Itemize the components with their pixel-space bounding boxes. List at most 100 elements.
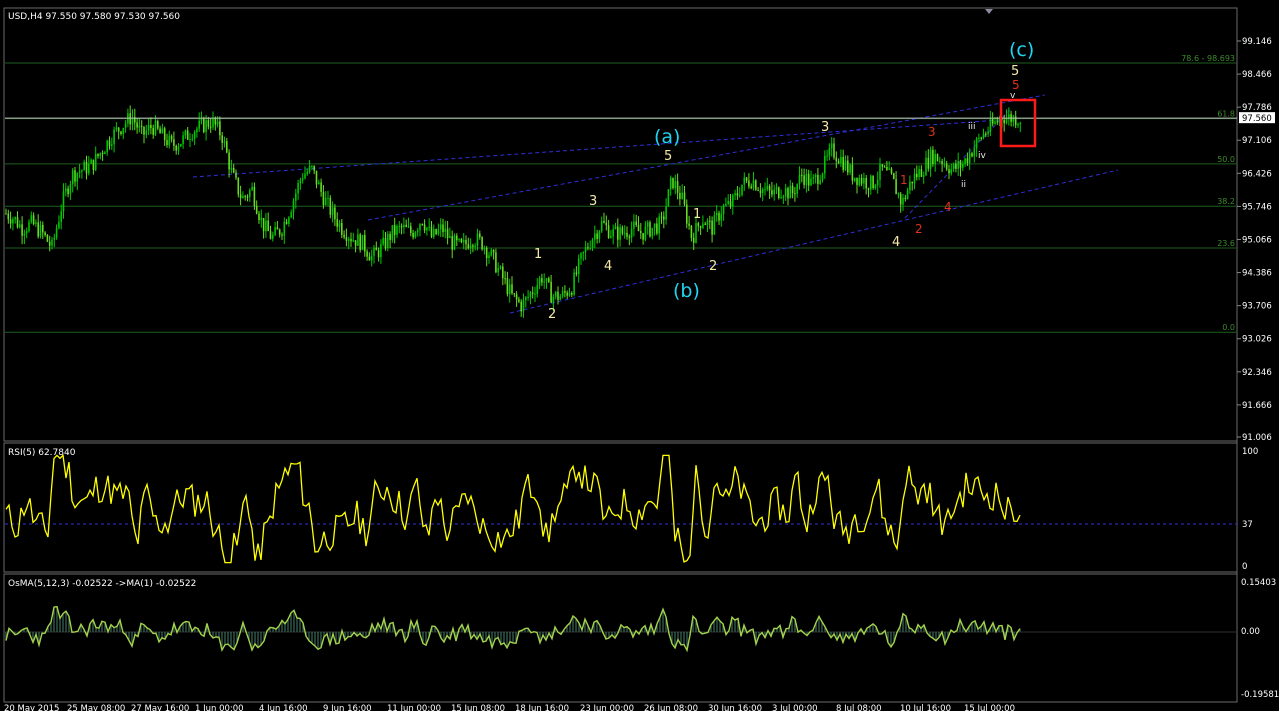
candle-body bbox=[502, 266, 504, 279]
candle-body bbox=[168, 135, 171, 146]
candle-body bbox=[534, 293, 536, 295]
candle-body bbox=[973, 148, 976, 157]
candle-body bbox=[860, 177, 863, 184]
candle-body bbox=[258, 213, 260, 221]
candle-body bbox=[755, 180, 757, 190]
candle-body bbox=[651, 227, 654, 237]
candle-body bbox=[444, 228, 447, 233]
candle-body bbox=[159, 128, 161, 134]
candle-body bbox=[467, 244, 470, 249]
candle-body bbox=[598, 231, 601, 239]
candle-body bbox=[92, 159, 95, 170]
candle-body bbox=[88, 163, 90, 174]
candle-body bbox=[994, 121, 996, 124]
candle-body bbox=[688, 223, 690, 226]
candle-body bbox=[888, 168, 890, 170]
wave-b-label: (b) bbox=[673, 280, 700, 302]
candle-body bbox=[19, 224, 21, 228]
candle-body bbox=[479, 233, 481, 238]
candle-body bbox=[865, 178, 867, 189]
candle-body bbox=[101, 152, 104, 154]
candle-body bbox=[361, 234, 364, 251]
candle-body bbox=[571, 293, 573, 295]
candle-body bbox=[794, 193, 796, 195]
candle-body bbox=[396, 226, 398, 235]
candle-body bbox=[548, 278, 550, 282]
candle-body bbox=[485, 247, 488, 259]
candle-body bbox=[313, 165, 315, 171]
candle-body bbox=[529, 292, 532, 297]
candle-body bbox=[943, 163, 946, 165]
candle-body bbox=[660, 216, 663, 218]
candle-body bbox=[642, 233, 644, 240]
candle-body bbox=[147, 124, 150, 131]
candle-body bbox=[458, 239, 460, 241]
candle-body bbox=[736, 193, 739, 196]
candle-body bbox=[472, 245, 474, 247]
candle-body bbox=[991, 119, 994, 124]
candle-body bbox=[637, 224, 640, 232]
candle-body bbox=[412, 232, 414, 238]
candle-body bbox=[69, 184, 72, 195]
candle-body bbox=[932, 149, 934, 165]
candle-body bbox=[897, 193, 900, 195]
candle-body bbox=[975, 138, 978, 149]
candle-body bbox=[285, 221, 288, 224]
date-tick-label: 9 Jun 16:00 bbox=[323, 704, 372, 711]
price-tick-label: 92.346 bbox=[1242, 368, 1272, 378]
candle-body bbox=[985, 133, 987, 135]
date-tick-label: 26 Jun 08:00 bbox=[644, 704, 698, 711]
candle-body bbox=[950, 168, 953, 174]
candle-body bbox=[890, 168, 893, 174]
osma-tick-max: 0.15403 bbox=[1241, 578, 1276, 588]
candle-body bbox=[350, 238, 352, 242]
candle-body bbox=[341, 222, 343, 235]
candle-body bbox=[474, 245, 476, 247]
candle-body bbox=[780, 197, 782, 199]
candle-body bbox=[541, 278, 543, 283]
candle-body bbox=[221, 135, 223, 143]
candle-body bbox=[111, 144, 113, 146]
candle-body bbox=[646, 222, 649, 227]
candle-body bbox=[23, 233, 26, 236]
price-tick-label: 97.786 bbox=[1242, 103, 1272, 113]
candle-body bbox=[706, 220, 709, 225]
candle-body bbox=[810, 178, 812, 186]
candle-body bbox=[292, 200, 295, 213]
candle-body bbox=[904, 197, 907, 200]
candle-body bbox=[978, 137, 980, 139]
candle-body bbox=[824, 156, 826, 174]
candle-body bbox=[656, 223, 658, 234]
candle-body bbox=[695, 223, 697, 243]
candle-body bbox=[488, 255, 490, 259]
candle-body bbox=[35, 222, 37, 224]
candle-body bbox=[692, 237, 695, 243]
candle-body bbox=[768, 186, 771, 191]
candle-body bbox=[679, 192, 681, 199]
candle-body bbox=[428, 226, 430, 228]
minor-ii-label: ii bbox=[961, 180, 966, 190]
candle-body bbox=[205, 120, 207, 133]
candle-body bbox=[676, 181, 679, 193]
candle-body bbox=[849, 164, 851, 173]
candle-body bbox=[922, 175, 925, 177]
candle-body bbox=[9, 219, 12, 224]
candle-body bbox=[690, 225, 693, 238]
candle-body bbox=[269, 231, 272, 239]
candle-body bbox=[426, 227, 428, 231]
fib-level-label: 61.8 bbox=[1217, 110, 1235, 119]
candle-body bbox=[909, 181, 911, 191]
candle-body bbox=[495, 252, 497, 273]
candle-body bbox=[322, 191, 325, 206]
candle-body bbox=[65, 188, 67, 192]
candle-body bbox=[626, 232, 628, 237]
candle-body bbox=[99, 152, 102, 157]
candle-body bbox=[67, 188, 69, 195]
candle-body bbox=[216, 121, 219, 125]
candle-body bbox=[653, 223, 656, 228]
candle-body bbox=[630, 228, 633, 238]
candle-body bbox=[835, 157, 838, 162]
candle-body bbox=[663, 216, 665, 220]
candle-body bbox=[702, 223, 704, 228]
candle-body bbox=[911, 181, 913, 184]
